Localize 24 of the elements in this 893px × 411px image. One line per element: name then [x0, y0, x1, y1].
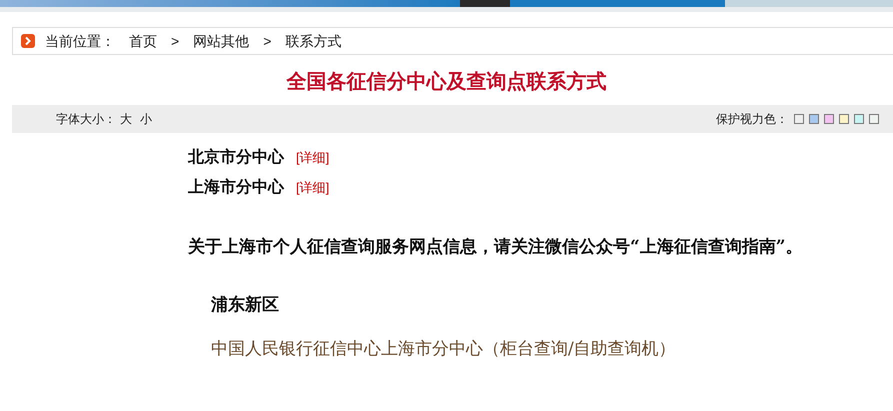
font-size-label: 字体大小：: [56, 111, 116, 128]
color-swatch[interactable]: [824, 114, 834, 124]
separator: >: [263, 32, 272, 50]
breadcrumb-label: 当前位置：: [45, 32, 115, 50]
breadcrumb-link[interactable]: 联系方式: [285, 30, 342, 52]
center-name: 北京市分中心: [188, 146, 284, 168]
color-swatch[interactable]: [854, 114, 864, 124]
detail-link[interactable]: [详细]: [296, 148, 330, 168]
page-title: 全国各征信分中心及查询点联系方式: [285, 70, 608, 95]
font-size-link[interactable]: 小: [140, 110, 152, 128]
breadcrumb-link[interactable]: 首页: [129, 30, 157, 52]
eye-care-label: 保护视力色：: [716, 111, 788, 128]
district-heading: 浦东新区: [211, 294, 280, 317]
font-size-link[interactable]: 大: [120, 110, 132, 128]
color-swatch[interactable]: [869, 114, 879, 124]
detail-link[interactable]: [详细]: [296, 178, 330, 198]
center-name: 上海市分中心: [188, 176, 284, 198]
office-name: 中国人民银行征信中心上海市分中心（柜台查询/自助查询机）: [211, 338, 677, 360]
color-swatch[interactable]: [794, 114, 804, 124]
separator: >: [171, 32, 180, 50]
color-swatch[interactable]: [809, 114, 819, 124]
notice-paragraph: 关于上海市个人征信查询服务网点信息，请关注微信公众号“上海征信查询指南”。: [188, 236, 804, 259]
breadcrumb-link[interactable]: 网站其他: [193, 30, 250, 52]
color-swatch[interactable]: [839, 114, 849, 124]
